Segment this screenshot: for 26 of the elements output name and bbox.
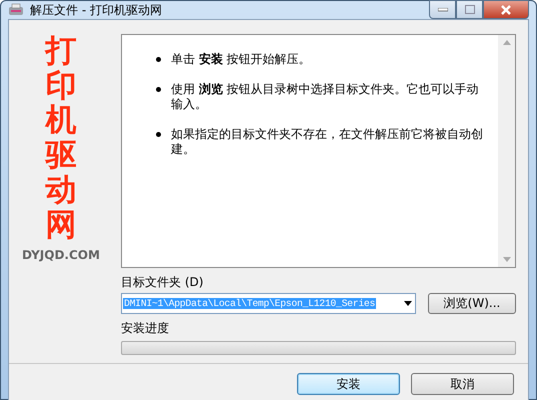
maximize-button[interactable]: [456, 0, 483, 19]
maximize-icon: [464, 5, 474, 14]
install-button[interactable]: 安装: [297, 373, 400, 395]
scrollbar[interactable]: [498, 35, 515, 267]
scroll-down-icon: [502, 257, 510, 262]
instruction-text: 如果指定的目标文件夹不存在，在文件解压前它将被自动创建。: [171, 127, 484, 157]
app-icon: [8, 3, 24, 17]
scroll-up-icon: [502, 40, 510, 45]
close-button[interactable]: [483, 0, 529, 19]
window-title: 解压文件 - 打印机驱动网: [30, 2, 163, 18]
bullet-icon: [156, 87, 161, 92]
progress-label: 安装进度: [121, 320, 170, 337]
instruction-text: 使用 浏览 按钮从目录树中选择目标文件夹。它也可以手动输入。: [171, 82, 480, 112]
minimize-button[interactable]: [429, 0, 456, 19]
bullet-icon: [156, 57, 161, 62]
minimize-icon: [438, 8, 448, 12]
banner-title: 打印机驱动网: [46, 34, 76, 242]
caret-icon: [404, 301, 412, 306]
close-icon: [500, 4, 512, 14]
instruction-text: 单击 安装 按钮开始解压。: [171, 52, 311, 67]
banner-site: DYJQD.COM: [22, 248, 100, 262]
browse-button[interactable]: 浏览(W)...: [428, 293, 516, 314]
bullet-icon: [156, 132, 161, 137]
folder-label: 目标文件夹 (D): [121, 274, 204, 291]
folder-path: DMINI~1\AppData\Local\Temp\Epson_L1210_Series: [123, 298, 376, 309]
cancel-button[interactable]: 取消: [411, 373, 514, 395]
